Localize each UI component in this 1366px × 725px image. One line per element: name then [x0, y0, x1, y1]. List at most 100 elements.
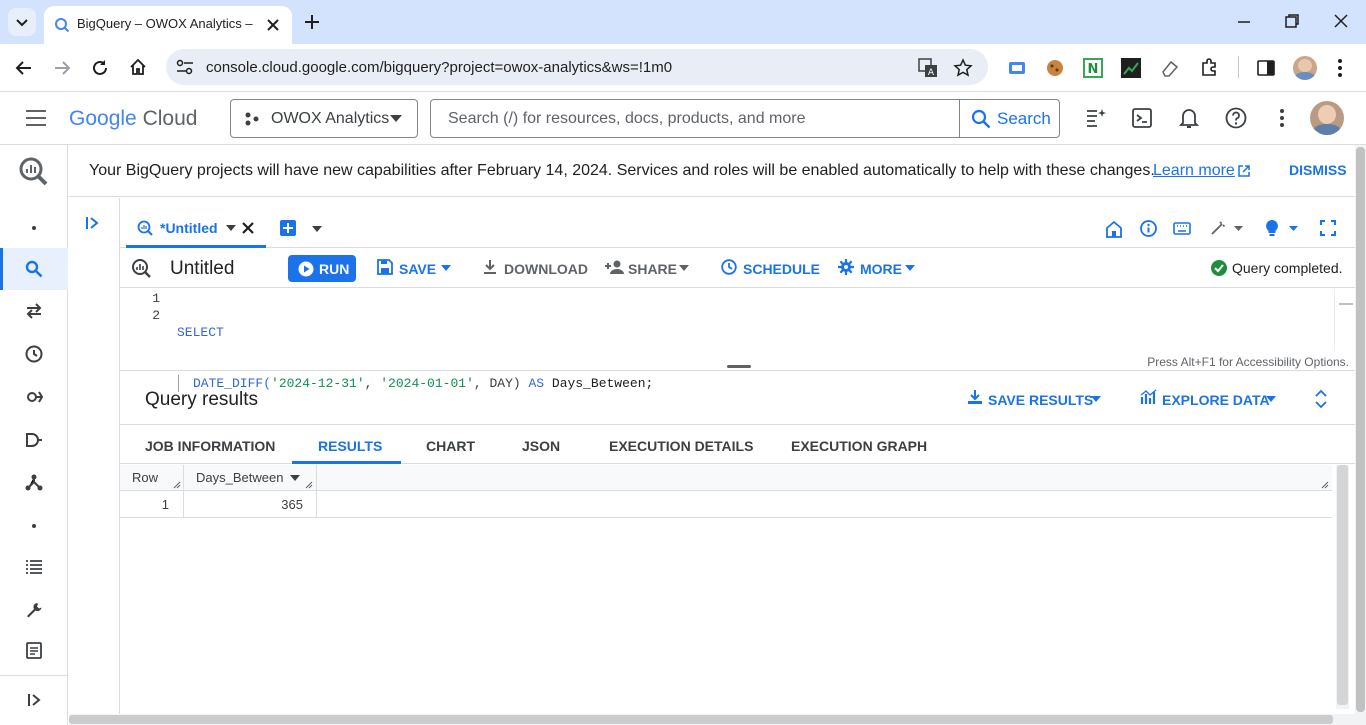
run-button[interactable]: RUN	[288, 255, 356, 282]
schedule-button[interactable]: SCHEDULE	[721, 258, 820, 280]
expand-explorer-icon[interactable]	[85, 216, 99, 230]
results-scrollbar-thumb[interactable]	[1337, 465, 1348, 705]
tab-chart[interactable]: CHART	[426, 438, 475, 465]
rail-item-release-notes[interactable]	[0, 629, 68, 671]
tab-job-information[interactable]: JOB INFORMATION	[145, 438, 275, 465]
download-button[interactable]: DOWNLOAD	[482, 258, 588, 280]
extension-1-icon[interactable]	[1007, 58, 1027, 78]
chrome-menu-icon[interactable]	[1336, 58, 1344, 78]
lightbulb-icon[interactable]	[1265, 219, 1299, 237]
google-cloud-logo[interactable]: Google Cloud	[69, 107, 197, 131]
close-tab-icon[interactable]	[266, 18, 280, 32]
extensions-puzzle-icon[interactable]	[1199, 57, 1219, 77]
site-settings-icon[interactable]	[176, 59, 194, 75]
eraser-extension-icon[interactable]	[1160, 58, 1180, 78]
save-results-button[interactable]: SAVE RESULTS	[967, 389, 1105, 411]
rail-bigquery-logo[interactable]	[0, 148, 68, 196]
rail-divider	[0, 675, 68, 676]
notifications-bell-icon[interactable]	[1178, 106, 1200, 130]
gemini-assist-icon[interactable]	[1210, 220, 1244, 236]
minimize-icon[interactable]	[1236, 14, 1252, 30]
help-icon[interactable]	[1225, 107, 1247, 129]
bookmark-star-icon[interactable]	[953, 58, 973, 78]
rail-item-data-transfers[interactable]	[0, 290, 68, 332]
share-menu-button[interactable]: SHARE	[605, 258, 691, 280]
chrome-profile-avatar[interactable]	[1293, 56, 1317, 80]
editor-tab-untitled[interactable]: *Untitled	[126, 210, 266, 248]
table-resize-icon[interactable]	[1321, 481, 1329, 489]
dismiss-button[interactable]: DISMISS	[1289, 162, 1347, 178]
new-query-button[interactable]	[280, 220, 296, 236]
hamburger-menu-icon[interactable]	[25, 109, 47, 127]
expand-collapse-icon[interactable]	[1315, 389, 1327, 409]
close-tab-icon[interactable]	[241, 221, 255, 235]
sql-editor[interactable]: 1 2 SELECT DATE_DIFF('2024-12-31', '2024…	[120, 289, 1355, 392]
rail-item-dataform[interactable]	[0, 419, 68, 461]
save-results-label: SAVE RESULTS	[988, 392, 1094, 408]
column-resize-icon[interactable]	[305, 481, 313, 489]
rail-item-sql-workspace[interactable]	[0, 248, 68, 290]
resize-handle[interactable]	[727, 365, 751, 368]
close-window-icon[interactable]	[1333, 13, 1349, 29]
row-number-cell: 1	[120, 491, 184, 517]
column-header-row[interactable]: Row	[120, 465, 184, 491]
download-label: DOWNLOAD	[504, 261, 588, 277]
results-scrollbar[interactable]	[1336, 465, 1349, 709]
page-scrollbar-thumb[interactable]	[1356, 147, 1365, 712]
home-icon[interactable]	[1106, 220, 1122, 238]
search-input[interactable]: Search (/) for resources, docs, products…	[448, 110, 805, 128]
translate-icon[interactable]: A	[918, 58, 938, 78]
learn-more-link[interactable]: Learn more	[1153, 162, 1235, 180]
tab-execution-details[interactable]: EXECUTION DETAILS	[609, 438, 753, 465]
tab-dropdown-icon[interactable]	[226, 225, 236, 231]
new-query-dropdown-icon[interactable]	[312, 226, 322, 232]
project-selector[interactable]: OWOX Analytics	[230, 99, 418, 138]
rail-item-scheduled-queries[interactable]	[0, 333, 68, 375]
rail-expand-button[interactable]	[0, 679, 68, 721]
reload-icon[interactable]	[90, 58, 110, 78]
page-scrollbar[interactable]	[1355, 145, 1366, 725]
results-table: Row Days_Between 1 365	[120, 465, 1332, 518]
search-box[interactable]: Search (/) for resources, docs, products…	[430, 99, 1060, 138]
search-button[interactable]: Search	[959, 100, 1059, 137]
back-icon[interactable]	[14, 58, 34, 78]
tab-search-button[interactable]	[8, 8, 36, 36]
cloud-shell-icon[interactable]	[1131, 107, 1153, 129]
days-between-cell[interactable]: 365	[184, 491, 317, 517]
column-resize-icon[interactable]	[173, 481, 181, 489]
info-icon[interactable]	[1140, 220, 1157, 237]
rail-dot-1	[0, 207, 68, 249]
rail-item-capacity[interactable]	[0, 589, 68, 631]
home-icon[interactable]	[128, 57, 148, 77]
forward-icon[interactable]	[52, 58, 72, 78]
sort-dropdown-icon[interactable]	[290, 475, 300, 481]
rail-item-partner-center[interactable]	[0, 461, 68, 503]
side-panel-icon[interactable]	[1256, 58, 1276, 78]
browser-tab[interactable]: BigQuery – OWOX Analytics – G	[44, 6, 292, 44]
n-extension-icon[interactable]: N	[1083, 58, 1103, 78]
column-header-days-between[interactable]: Days_Between	[184, 465, 317, 491]
explore-data-button[interactable]: EXPLORE DATA	[1140, 389, 1280, 411]
tab-execution-graph[interactable]: EXECUTION GRAPH	[791, 438, 927, 465]
horizontal-scrollbar-thumb[interactable]	[69, 715, 1333, 724]
query-title[interactable]: Untitled	[170, 258, 234, 280]
more-options-icon[interactable]	[1278, 108, 1286, 128]
rail-item-analytics-hub[interactable]	[0, 376, 68, 418]
new-tab-icon[interactable]	[303, 13, 321, 31]
address-bar[interactable]: console.cloud.google.com/bigquery?projec…	[166, 49, 988, 85]
notes-sparkle-icon[interactable]	[1084, 107, 1106, 129]
rail-item-monitoring[interactable]	[0, 546, 68, 588]
plus-icon	[283, 223, 293, 233]
tab-results[interactable]: RESULTS	[292, 424, 401, 464]
keyboard-icon[interactable]	[1173, 222, 1191, 235]
restore-icon[interactable]	[1284, 13, 1300, 29]
line-numbers: 1 2	[138, 290, 160, 324]
more-menu-button[interactable]: MORE	[838, 258, 920, 280]
cookie-extension-icon[interactable]	[1045, 58, 1065, 78]
chart-extension-icon[interactable]	[1121, 58, 1141, 78]
user-avatar[interactable]	[1310, 101, 1344, 135]
horizontal-scrollbar[interactable]	[69, 714, 1355, 725]
fullscreen-icon[interactable]	[1320, 220, 1336, 236]
tab-json[interactable]: JSON	[522, 438, 560, 465]
save-menu-button[interactable]: SAVE	[377, 258, 455, 280]
